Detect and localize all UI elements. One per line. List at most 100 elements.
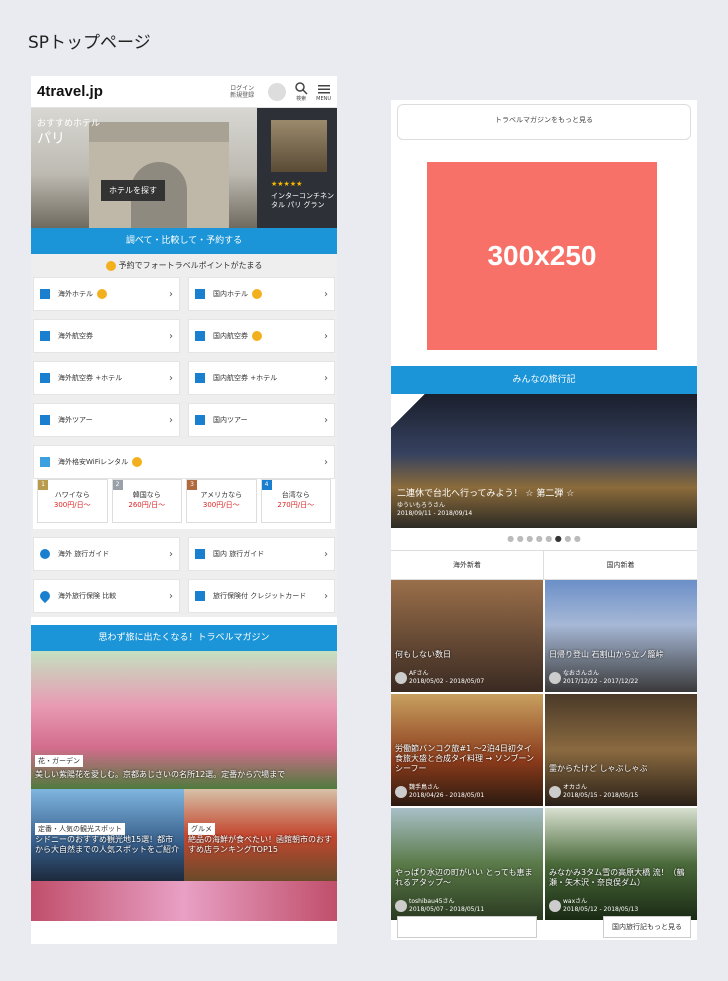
card-place: アメリカなら — [200, 491, 243, 499]
wifi-card[interactable]: 2 韓国なら 260円/日〜 — [111, 479, 182, 523]
hamburger-icon — [317, 84, 330, 93]
hotel-image — [271, 120, 327, 172]
tile-label: 海外格安WiFiレンタル — [58, 458, 129, 466]
tile-credit-card[interactable]: 旅行保険付 クレジットカード › — [188, 579, 335, 613]
magazine-article[interactable]: グルメ 絶品の海鮮が食べたい！函館朝市のおすすめ店ランキングTOP15 — [184, 789, 337, 881]
slide-title: 二連休で台北へ行ってみよう！ ☆ 第二弾 ☆ — [397, 489, 575, 499]
tile-label: 海外航空券 +ホテル — [58, 374, 123, 382]
domestic-more-button[interactable]: 国内旅行記もっと見る — [603, 916, 691, 938]
card-price: 260円/日〜 — [128, 501, 166, 509]
search-label: 検索 — [296, 96, 307, 102]
travelogue-title: やっぱり水辺の町がいい とっても恵まれるアタップ〜 — [395, 868, 533, 887]
flight-hotel-icon — [195, 373, 205, 383]
tile-domestic-flight[interactable]: 国内航空券 › — [188, 319, 335, 353]
travelogue-slide[interactable]: 二連休で台北へ行ってみよう！ ☆ 第二弾 ☆ ゆういもろうさん 2018/09/1… — [391, 394, 697, 528]
author-name: オカさん — [563, 784, 588, 791]
wifi-card[interactable]: 3 アメリカなら 300円/日〜 — [186, 479, 257, 523]
wifi-card[interactable]: 4 台湾なら 270円/日〜 — [260, 479, 331, 523]
chevron-right-icon: › — [324, 414, 328, 426]
tab-overseas-new[interactable]: 海外新着 — [391, 551, 544, 579]
hero-banner[interactable]: おすすめホテル パリ ホテルを探す ★★★★★ インターコンチネンタル パリ グ… — [31, 108, 337, 228]
ad-placeholder[interactable]: 300x250 — [427, 162, 657, 350]
tile-overseas-flight-hotel[interactable]: 海外航空券 +ホテル › — [33, 361, 180, 395]
travelogue-date: 2018/05/02 - 2018/05/07 — [409, 678, 485, 685]
search-button[interactable]: 検索 — [294, 81, 308, 102]
arc-de-triomphe-image — [89, 122, 229, 228]
travelogue-bar: みんなの旅行記 — [391, 366, 697, 394]
ad-area: 300x250 — [391, 144, 697, 366]
card-number: 4 — [261, 480, 272, 490]
slide-author: ゆういもろうさん 2018/09/11 - 2018/09/14 — [397, 502, 472, 518]
credit-card-icon — [195, 591, 205, 601]
tile-overseas-guide[interactable]: 海外 旅行ガイド › — [33, 537, 180, 571]
tile-overseas-flight[interactable]: 海外航空券 › — [33, 319, 180, 353]
travelogue-author: waxさん 2018/05/12 - 2018/05/13 — [549, 898, 638, 914]
travelogue-author: toshibau45さん 2018/05/07 - 2018/05/11 — [395, 898, 484, 914]
travelogue-title: 何もしない数日 — [395, 650, 451, 659]
chevron-right-icon: › — [324, 330, 328, 342]
wifi-card[interactable]: 1 ハワイなら 300円/日〜 — [37, 479, 108, 523]
site-logo[interactable]: 4travel.jp — [37, 83, 103, 100]
avatar-icon[interactable] — [268, 82, 287, 101]
tile-domestic-hotel[interactable]: 国内ホテル › — [188, 277, 335, 311]
tile-insurance[interactable]: 海外旅行保険 比較 › — [33, 579, 180, 613]
coin-icon — [105, 260, 116, 271]
tile-domestic-flight-hotel[interactable]: 国内航空券 +ホテル › — [188, 361, 335, 395]
coin-icon — [252, 289, 262, 299]
article-caption: シドニーのおすすめ観光地15選！都市から大自然までの人気スポットをご紹介 — [35, 835, 179, 854]
login-link[interactable]: ログイン 新規登録 — [230, 85, 260, 99]
building-icon — [195, 289, 205, 299]
tile-label: 海外航空券 — [58, 332, 93, 340]
tile-domestic-tour[interactable]: 国内ツアー › — [188, 403, 335, 437]
magazine-article[interactable]: 定番・人気の観光スポット シドニーのおすすめ観光地15選！都市から大自然までの人… — [31, 789, 184, 881]
chevron-right-icon: › — [169, 330, 173, 342]
travelogue-tabs: 海外新着 国内新着 — [391, 550, 697, 580]
coin-icon — [132, 457, 143, 467]
airplane-icon — [40, 331, 50, 341]
menu-button[interactable]: MENU — [316, 82, 331, 102]
search-icon — [295, 82, 308, 95]
tile-label: 旅行保険付 クレジットカード — [213, 592, 307, 600]
article-tag: グルメ — [188, 823, 215, 835]
magazine-bar: 思わず旅に出たくなる！トラベルマガジン — [31, 625, 337, 651]
magazine-main-article[interactable]: 花・ガーデン 美しい紫陽花を愛しむ。京都あじさいの名所12選。定番から穴場まで — [31, 651, 337, 789]
travelogue-card[interactable]: 何もしない数日 AFさん 2018/05/02 - 2018/05/07 — [391, 580, 543, 692]
airplane-icon — [195, 331, 205, 341]
booking-menu: 予約でフォートラベルポイントがたまる 海外ホテル › 国内ホテル › 海外航空券 › … — [31, 254, 337, 617]
card-price: 270円/日〜 — [277, 501, 315, 509]
search-hotel-button[interactable]: ホテルを探す — [101, 180, 165, 201]
tile-overseas-tour[interactable]: 海外ツアー › — [33, 403, 180, 437]
tab-domestic-new[interactable]: 国内新着 — [544, 551, 697, 579]
author-name: toshibau45さん — [409, 898, 455, 905]
travelogue-title: 日帰り登山 石割山から立ノ籠峠 — [549, 650, 664, 659]
tile-wifi-rental[interactable]: 海外格安WiFiレンタル › — [33, 445, 335, 479]
chevron-right-icon: › — [324, 288, 328, 300]
wifi-icon — [40, 457, 50, 467]
tile-overseas-hotel[interactable]: 海外ホテル › — [33, 277, 180, 311]
hotel-panel[interactable]: ★★★★★ インターコンチネンタル パリ グラン — [257, 108, 337, 228]
travelogue-date: 2018/04/26 - 2018/05/01 — [409, 792, 485, 799]
magazine-strip-image[interactable] — [31, 881, 337, 921]
travelogue-card[interactable]: 労働節バンコク旅#1 〜2泊4日初タイ 食旅大盛と合成タイ料理 → ソンブーンシ… — [391, 694, 543, 806]
travelogue-author: オカさん 2018/05/15 - 2018/05/15 — [549, 784, 638, 800]
tile-label: 国内 旅行ガイド — [213, 550, 265, 558]
travelogue-date: 2018/05/07 - 2018/05/11 — [409, 906, 485, 913]
travelogue-card[interactable]: みなかみ3タム雪の高原大橋 流！（鶴瀬・矢木沢・奈良俣ダム） waxさん 2018… — [545, 808, 697, 920]
travelogue-title: みなかみ3タム雪の高原大橋 流！（鶴瀬・矢木沢・奈良俣ダム） — [549, 868, 685, 887]
tile-domestic-guide[interactable]: 国内 旅行ガイド › — [188, 537, 335, 571]
card-price: 300円/日〜 — [202, 501, 240, 509]
article-caption: 美しい紫陽花を愛しむ。京都あじさいの名所12選。定番から穴場まで — [35, 770, 286, 779]
author-name: waxさん — [563, 898, 588, 905]
travelogue-date: 2018/05/12 - 2018/05/13 — [563, 906, 639, 913]
tile-label: 海外ホテル — [58, 290, 93, 298]
hotel-name: インターコンチネンタル パリ グラン — [271, 192, 334, 209]
travelogue-card[interactable]: 日帰り登山 石割山から立ノ籠峠 なおさんさん 2017/12/22 - 2017/… — [545, 580, 697, 692]
travelogue-card[interactable]: やっぱり水辺の町がいい とっても恵まれるアタップ〜 toshibau45さん 20… — [391, 808, 543, 920]
overseas-more-button[interactable] — [397, 916, 537, 938]
travelogue-card[interactable]: 霊からたけど しゃぶしゃぶ オカさん 2018/05/15 - 2018/05/1… — [545, 694, 697, 806]
suitcase-icon — [195, 415, 205, 425]
article-tag: 定番・人気の観光スポット — [35, 823, 125, 835]
carousel-dots[interactable]: ● ● ● ● ● ● ● ● — [391, 528, 697, 550]
magazine-more-button[interactable]: トラベルマガジンをもっと見る — [397, 104, 691, 140]
travelogue-grid: 何もしない数日 AFさん 2018/05/02 - 2018/05/07 日帰り登… — [391, 580, 697, 920]
